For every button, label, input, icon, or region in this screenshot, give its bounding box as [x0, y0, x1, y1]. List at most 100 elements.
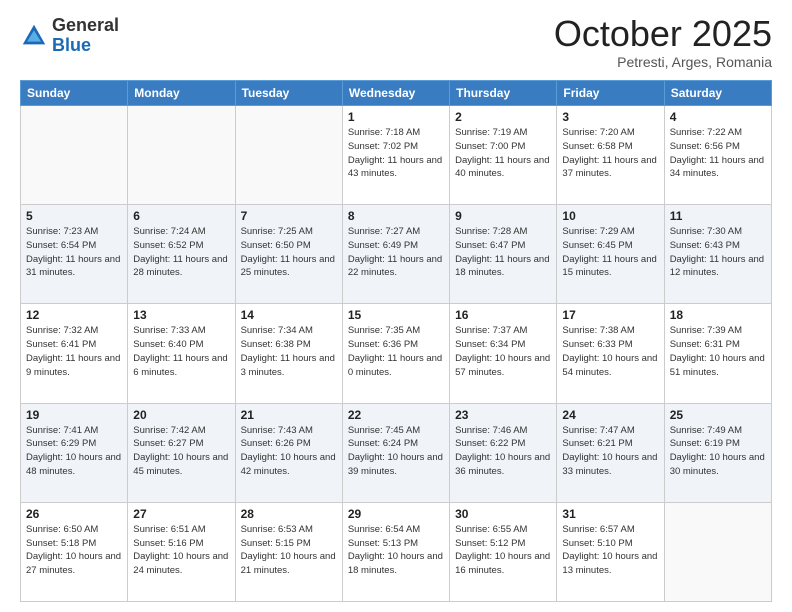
table-row: 30Sunrise: 6:55 AM Sunset: 5:12 PM Dayli… [450, 502, 557, 601]
table-row: 19 Sunrise: 7:41 AM Sunset: 6:29 PM Dayli… [21, 403, 128, 502]
day-info: Sunrise: 7:19 AM Sunset: 7:00 PM Dayligh… [455, 126, 551, 181]
day-info: Sunrise: 7:46 AM Sunset: 6:22 PM Dayligh… [455, 424, 551, 479]
day-number: 15 [348, 308, 444, 322]
calendar-week-row: 26 Sunrise: 6:50 AM Sunset: 5:18 PM Dayli… [21, 502, 772, 601]
day-info: Sunrise: 7:43 AM Sunset: 6:26 PM Dayligh… [241, 424, 337, 479]
table-row: 13 Sunrise: 7:33 AM Sunset: 6:40 PM Dayli… [128, 304, 235, 403]
calendar-table: Sunday Monday Tuesday Wednesday Thursday… [20, 80, 772, 602]
day-info: Sunrise: 7:24 AM Sunset: 6:52 PM Dayligh… [133, 225, 229, 280]
table-row: 27 Sunrise: 6:51 AM Sunset: 5:16 PM Dayli… [128, 502, 235, 601]
day-number: 16 [455, 308, 551, 322]
logo: General Blue [20, 16, 119, 56]
day-info: Sunrise: 7:27 AM Sunset: 6:49 PM Dayligh… [348, 225, 444, 280]
day-number: 25 [670, 408, 766, 422]
day-info: Sunrise: 6:50 AM Sunset: 5:18 PM Dayligh… [26, 523, 122, 578]
day-info: Sunrise: 7:33 AM Sunset: 6:40 PM Dayligh… [133, 324, 229, 379]
table-row: 25 Sunrise: 7:49 AM Sunset: 6:19 PM Dayli… [664, 403, 771, 502]
calendar-week-row: 12 Sunrise: 7:32 AM Sunset: 6:41 PM Dayli… [21, 304, 772, 403]
weekday-header-row: Sunday Monday Tuesday Wednesday Thursday… [21, 81, 772, 106]
table-row: 4 Sunrise: 7:22 AM Sunset: 6:56 PM Daylig… [664, 106, 771, 205]
table-row [664, 502, 771, 601]
month-title: October 2025 [554, 16, 772, 52]
table-row: 31 Sunrise: 6:57 AM Sunset: 5:10 PM Dayli… [557, 502, 664, 601]
table-row: 9 Sunrise: 7:28 AM Sunset: 6:47 PM Daylig… [450, 205, 557, 304]
day-number: 12 [26, 308, 122, 322]
table-row: 28Sunrise: 6:53 AM Sunset: 5:15 PM Dayli… [235, 502, 342, 601]
day-info: Sunrise: 6:57 AM Sunset: 5:10 PM Dayligh… [562, 523, 658, 578]
table-row: 5Sunrise: 7:23 AM Sunset: 6:54 PM Daylig… [21, 205, 128, 304]
day-info: Sunrise: 7:22 AM Sunset: 6:56 PM Dayligh… [670, 126, 766, 181]
day-info: Sunrise: 7:18 AM Sunset: 7:02 PM Dayligh… [348, 126, 444, 181]
day-number: 1 [348, 110, 444, 124]
day-info: Sunrise: 6:54 AM Sunset: 5:13 PM Dayligh… [348, 523, 444, 578]
table-row: 1 Sunrise: 7:18 AM Sunset: 7:02 PM Daylig… [342, 106, 449, 205]
day-info: Sunrise: 6:55 AM Sunset: 5:12 PM Dayligh… [455, 523, 551, 578]
table-row: 21 Sunrise: 7:43 AM Sunset: 6:26 PM Dayli… [235, 403, 342, 502]
day-number: 24 [562, 408, 658, 422]
calendar-week-row: 19 Sunrise: 7:41 AM Sunset: 6:29 PM Dayli… [21, 403, 772, 502]
table-row: 12 Sunrise: 7:32 AM Sunset: 6:41 PM Dayli… [21, 304, 128, 403]
day-number: 20 [133, 408, 229, 422]
day-number: 29 [348, 507, 444, 521]
day-number: 5 [26, 209, 122, 223]
table-row: 29 Sunrise: 6:54 AM Sunset: 5:13 PM Dayli… [342, 502, 449, 601]
day-number: 6 [133, 209, 229, 223]
table-row: 26 Sunrise: 6:50 AM Sunset: 5:18 PM Dayli… [21, 502, 128, 601]
day-info: Sunrise: 7:38 AM Sunset: 6:33 PM Dayligh… [562, 324, 658, 379]
table-row: 11 Sunrise: 7:30 AM Sunset: 6:43 PM Dayli… [664, 205, 771, 304]
table-row: 24 Sunrise: 7:47 AM Sunset: 6:21 PM Dayli… [557, 403, 664, 502]
day-info: Sunrise: 7:28 AM Sunset: 6:47 PM Dayligh… [455, 225, 551, 280]
day-number: 26 [26, 507, 122, 521]
day-number: 10 [562, 209, 658, 223]
day-number: 9 [455, 209, 551, 223]
table-row [21, 106, 128, 205]
table-row: 17 Sunrise: 7:38 AM Sunset: 6:33 PM Dayli… [557, 304, 664, 403]
table-row: 18Sunrise: 7:39 AM Sunset: 6:31 PM Dayli… [664, 304, 771, 403]
day-number: 23 [455, 408, 551, 422]
table-row: 7Sunrise: 7:25 AM Sunset: 6:50 PM Daylig… [235, 205, 342, 304]
day-number: 31 [562, 507, 658, 521]
calendar-week-row: 5Sunrise: 7:23 AM Sunset: 6:54 PM Daylig… [21, 205, 772, 304]
day-info: Sunrise: 6:51 AM Sunset: 5:16 PM Dayligh… [133, 523, 229, 578]
table-row: 6 Sunrise: 7:24 AM Sunset: 6:52 PM Daylig… [128, 205, 235, 304]
header: General Blue October 2025 Petresti, Arge… [20, 16, 772, 70]
day-info: Sunrise: 7:41 AM Sunset: 6:29 PM Dayligh… [26, 424, 122, 479]
day-info: Sunrise: 7:32 AM Sunset: 6:41 PM Dayligh… [26, 324, 122, 379]
day-number: 7 [241, 209, 337, 223]
day-info: Sunrise: 7:47 AM Sunset: 6:21 PM Dayligh… [562, 424, 658, 479]
day-info: Sunrise: 7:30 AM Sunset: 6:43 PM Dayligh… [670, 225, 766, 280]
day-info: Sunrise: 7:42 AM Sunset: 6:27 PM Dayligh… [133, 424, 229, 479]
table-row: 10Sunrise: 7:29 AM Sunset: 6:45 PM Dayli… [557, 205, 664, 304]
day-number: 17 [562, 308, 658, 322]
table-row: 14 Sunrise: 7:34 AM Sunset: 6:38 PM Dayli… [235, 304, 342, 403]
day-number: 18 [670, 308, 766, 322]
day-info: Sunrise: 7:37 AM Sunset: 6:34 PM Dayligh… [455, 324, 551, 379]
table-row: 15 Sunrise: 7:35 AM Sunset: 6:36 PM Dayli… [342, 304, 449, 403]
day-info: Sunrise: 7:20 AM Sunset: 6:58 PM Dayligh… [562, 126, 658, 181]
table-row: 22Sunrise: 7:45 AM Sunset: 6:24 PM Dayli… [342, 403, 449, 502]
header-monday: Monday [128, 81, 235, 106]
day-info: Sunrise: 7:45 AM Sunset: 6:24 PM Dayligh… [348, 424, 444, 479]
day-number: 4 [670, 110, 766, 124]
table-row: 23 Sunrise: 7:46 AM Sunset: 6:22 PM Dayli… [450, 403, 557, 502]
day-info: Sunrise: 7:34 AM Sunset: 6:38 PM Dayligh… [241, 324, 337, 379]
title-block: October 2025 Petresti, Arges, Romania [554, 16, 772, 70]
day-number: 27 [133, 507, 229, 521]
day-number: 21 [241, 408, 337, 422]
day-info: Sunrise: 7:35 AM Sunset: 6:36 PM Dayligh… [348, 324, 444, 379]
day-number: 8 [348, 209, 444, 223]
table-row [128, 106, 235, 205]
table-row: 8 Sunrise: 7:27 AM Sunset: 6:49 PM Daylig… [342, 205, 449, 304]
day-number: 2 [455, 110, 551, 124]
location: Petresti, Arges, Romania [554, 54, 772, 70]
header-friday: Friday [557, 81, 664, 106]
header-sunday: Sunday [21, 81, 128, 106]
day-info: Sunrise: 7:49 AM Sunset: 6:19 PM Dayligh… [670, 424, 766, 479]
day-number: 13 [133, 308, 229, 322]
table-row: 3 Sunrise: 7:20 AM Sunset: 6:58 PM Daylig… [557, 106, 664, 205]
day-number: 14 [241, 308, 337, 322]
page: General Blue October 2025 Petresti, Arge… [0, 0, 792, 612]
day-number: 3 [562, 110, 658, 124]
day-number: 19 [26, 408, 122, 422]
day-number: 11 [670, 209, 766, 223]
